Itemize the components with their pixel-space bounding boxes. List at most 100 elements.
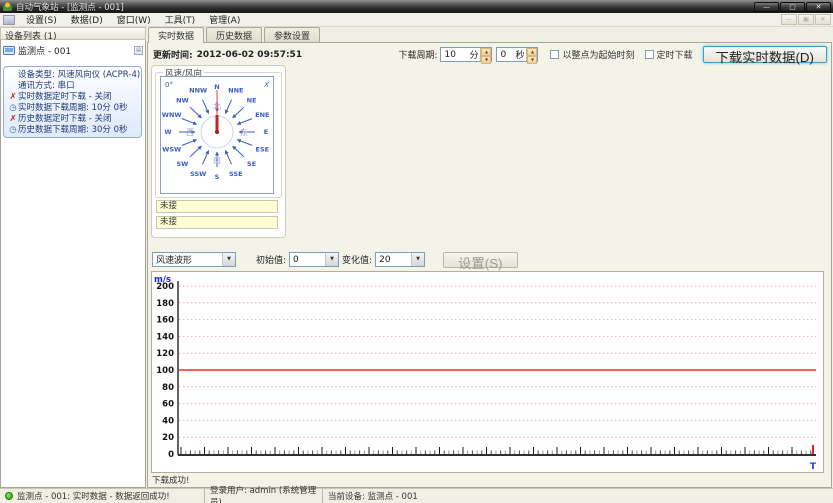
mdi-close-button[interactable]: ✕ bbox=[815, 14, 831, 25]
minutes-value: 10 bbox=[444, 50, 455, 60]
chevron-down-icon[interactable]: ▼ bbox=[222, 253, 235, 266]
main-panel: 实时数据 历史数据 参数设置 更新时间: 2012-06-02 09:57:51… bbox=[147, 27, 833, 488]
status-bar: 监测点 - 001: 实时数据 - 数据返回成功! 登录用户: admin (系… bbox=[0, 488, 833, 503]
blank-icon bbox=[8, 81, 18, 92]
realtime-timed-download: 实时数据定时下载 - 关闭 bbox=[18, 92, 111, 103]
waveform-select[interactable]: 风速波形 ▼ bbox=[152, 252, 236, 267]
menu-window[interactable]: 窗口(W) bbox=[110, 12, 158, 27]
device-type: 设备类型: 风速风向仪 (ACPR-4) bbox=[18, 70, 140, 81]
svg-text:180: 180 bbox=[156, 299, 174, 309]
download-toolbar: 更新时间: 2012-06-02 09:57:51 下载周期: 10 分 ▲▼ … bbox=[153, 45, 827, 64]
svg-text:NNW: NNW bbox=[189, 87, 207, 95]
current-device: 当前设备: 监测点 - 001 bbox=[323, 489, 833, 503]
download-status-text: 下载成功! bbox=[152, 474, 189, 486]
wind-compass: NNNENEENEEESESESSESSSWSWWSWWWNWNWNNW北南西东… bbox=[160, 76, 274, 194]
svg-text:60: 60 bbox=[162, 400, 174, 410]
device-info-box: 设备类型: 风速风向仪 (ACPR-4) 通讯方式: 串口 ✗实时数据定时下载 … bbox=[3, 66, 142, 138]
initial-value: 0 bbox=[293, 255, 299, 265]
svg-text:SE: SE bbox=[247, 160, 256, 168]
minutes-up-icon[interactable]: ▲ bbox=[481, 48, 491, 56]
minutes-stepper[interactable]: 10 分 ▲▼ bbox=[440, 47, 492, 62]
menu-bar: 设置(S) 数据(D) 窗口(W) 工具(T) 管理(A) — ▣ ✕ bbox=[0, 13, 833, 27]
minutes-down-icon[interactable]: ▼ bbox=[481, 56, 491, 64]
delta-value-label: 变化值: bbox=[342, 253, 372, 266]
minimize-button[interactable]: — bbox=[754, 2, 779, 12]
blank-icon bbox=[8, 70, 18, 81]
device-node-label: 监测点 - 001 bbox=[18, 44, 71, 57]
svg-text:X: X bbox=[263, 81, 269, 89]
seconds-down-icon[interactable]: ▼ bbox=[527, 56, 537, 64]
update-time-label: 更新时间: bbox=[153, 48, 193, 61]
svg-text:140: 140 bbox=[156, 332, 174, 342]
align-hour-label: 以整点为起始时刻 bbox=[562, 48, 634, 61]
svg-text:40: 40 bbox=[162, 416, 174, 426]
chevron-down-icon[interactable]: ▼ bbox=[411, 253, 424, 266]
history-timed-download: 历史数据定时下载 - 关闭 bbox=[18, 114, 111, 125]
seconds-up-icon[interactable]: ▲ bbox=[527, 48, 537, 56]
delta-value: 20 bbox=[379, 255, 390, 265]
history-download-cycle: 历史数据下载周期: 30分 0秒 bbox=[18, 125, 128, 136]
close-button[interactable]: ✕ bbox=[806, 2, 831, 12]
initial-value-select[interactable]: 0 ▼ bbox=[289, 252, 339, 267]
svg-text:S: S bbox=[215, 173, 220, 181]
download-realtime-button[interactable]: 下载实时数据(D) bbox=[703, 46, 827, 63]
gauge-panel: 风速/风向 NNNENEENEEESESESSESSSWSWWSWWWNWNWN… bbox=[151, 65, 286, 238]
device-tree-node[interactable]: 监测点 - 001 ▤ bbox=[3, 44, 143, 57]
minutes-unit: 分 bbox=[469, 48, 478, 61]
device-icon bbox=[3, 46, 15, 56]
chevron-down-icon[interactable]: ▼ bbox=[325, 253, 338, 266]
x-icon: ✗ bbox=[8, 114, 18, 125]
menu-settings[interactable]: 设置(S) bbox=[19, 12, 64, 27]
device-node-detail-button[interactable]: ▤ bbox=[134, 46, 143, 55]
menu-tools[interactable]: 工具(T) bbox=[158, 12, 203, 27]
tab-parameter-settings[interactable]: 参数设置 bbox=[264, 27, 320, 42]
svg-text:SSE: SSE bbox=[229, 170, 243, 178]
set-button[interactable]: 设置(S) bbox=[443, 252, 517, 268]
svg-text:NNE: NNE bbox=[228, 87, 243, 95]
menu-data[interactable]: 数据(D) bbox=[64, 12, 110, 27]
svg-text:160: 160 bbox=[156, 316, 174, 326]
login-user: 登录用户: admin (系统管理员) bbox=[205, 489, 323, 503]
svg-text:0: 0 bbox=[168, 450, 174, 460]
device-list-header: 设备列表 (1) bbox=[0, 27, 146, 40]
status-ok-icon bbox=[5, 492, 13, 500]
tab-history-data[interactable]: 历史数据 bbox=[206, 27, 262, 42]
seconds-value: 0 bbox=[500, 50, 506, 60]
initial-value-label: 初始值: bbox=[256, 253, 286, 266]
realtime-tab-page: 更新时间: 2012-06-02 09:57:51 下载周期: 10 分 ▲▼ … bbox=[147, 42, 832, 488]
delta-value-select[interactable]: 20 ▼ bbox=[375, 252, 425, 267]
svg-text:WNW: WNW bbox=[162, 111, 182, 119]
tab-bar: 实时数据 历史数据 参数设置 bbox=[148, 27, 322, 42]
window-title: 自动气象站 - [监测点 - 001] bbox=[16, 1, 124, 13]
svg-text:0°: 0° bbox=[165, 81, 173, 89]
svg-text:西: 西 bbox=[186, 128, 194, 137]
svg-text:ENE: ENE bbox=[255, 111, 269, 119]
seconds-stepper[interactable]: 0 秒 ▲▼ bbox=[496, 47, 538, 62]
mdi-minimize-button[interactable]: — bbox=[781, 14, 797, 25]
wind-compass-svg: NNNENEENEEESESESSESSSWSWWSWWWNWNWNNW北南西东… bbox=[161, 77, 273, 193]
menu-manage[interactable]: 管理(A) bbox=[202, 12, 247, 27]
update-time-value: 2012-06-02 09:57:51 bbox=[197, 50, 302, 60]
app-icon bbox=[2, 2, 13, 12]
svg-text:NE: NE bbox=[247, 96, 257, 104]
mdi-child-icon bbox=[3, 15, 15, 25]
wind-speed-readout: 未接 bbox=[156, 200, 278, 213]
svg-text:东: 东 bbox=[240, 127, 248, 137]
svg-text:100: 100 bbox=[156, 366, 174, 376]
svg-text:E: E bbox=[264, 128, 268, 136]
svg-text:m/s: m/s bbox=[154, 275, 171, 285]
device-tree: 监测点 - 001 ▤ 设备类型: 风速风向仪 (ACPR-4) 通讯方式: 串… bbox=[0, 40, 146, 488]
device-sidebar: 设备列表 (1) 监测点 - 001 ▤ 设备类型: 风速风向仪 (ACPR-4… bbox=[0, 27, 146, 488]
tab-realtime-data[interactable]: 实时数据 bbox=[148, 27, 204, 43]
wind-speed-chart-svg: 020406080100120140160180200m/sT bbox=[152, 272, 823, 472]
maximize-button[interactable]: ▢ bbox=[780, 2, 805, 12]
timed-download-checkbox[interactable] bbox=[645, 50, 654, 59]
align-hour-checkbox[interactable] bbox=[550, 50, 559, 59]
svg-text:120: 120 bbox=[156, 349, 174, 359]
app-window: 自动气象站 - [监测点 - 001] — ▢ ✕ 设置(S) 数据(D) 窗口… bbox=[0, 0, 833, 503]
clock-icon: ◷ bbox=[8, 103, 18, 114]
x-icon: ✗ bbox=[8, 92, 18, 103]
mdi-restore-button[interactable]: ▣ bbox=[798, 14, 814, 25]
svg-text:SW: SW bbox=[176, 160, 188, 168]
comm-mode: 通讯方式: 串口 bbox=[18, 81, 75, 92]
